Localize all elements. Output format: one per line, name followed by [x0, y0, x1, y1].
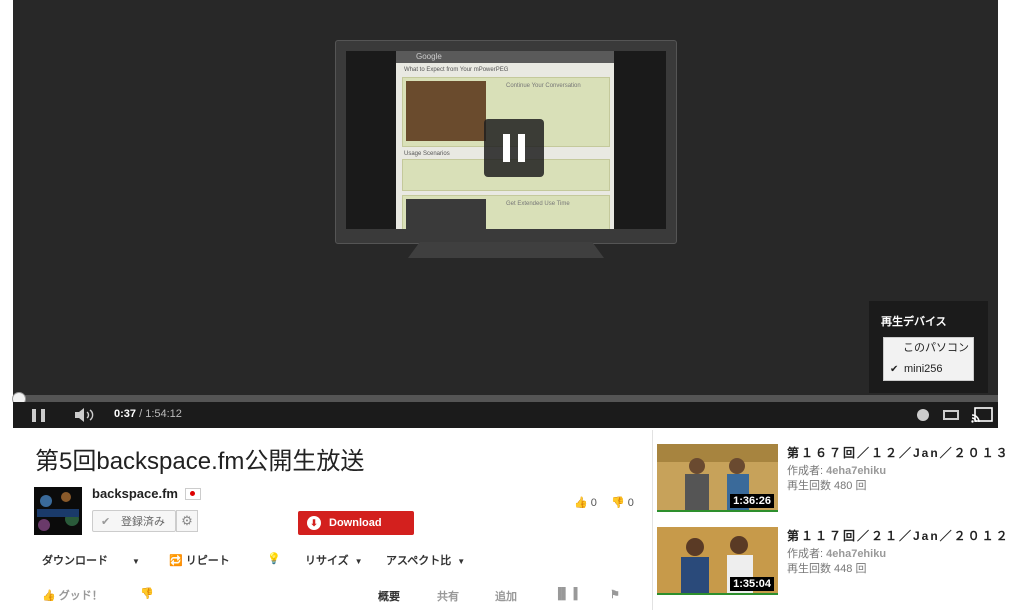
casted-heading: What to Expect from Your mPowerPEG: [404, 67, 509, 73]
action-row: ダウンロード ▼ 🔁 リピート 💡 リサイズ ▼ アスペクト比 ▼: [0, 552, 650, 572]
subscribed-button[interactable]: ✔ 登録済み: [92, 510, 176, 532]
casted-heading: Get Extended Use Time: [506, 201, 570, 207]
cast-screen: Google What to Expect from Your mPowerPE…: [346, 51, 666, 229]
volume-icon[interactable]: [74, 407, 96, 423]
tab-share[interactable]: 共有: [437, 588, 459, 604]
pause-icon[interactable]: [32, 409, 46, 422]
download-button[interactable]: ⬇ Download: [298, 511, 414, 535]
download-label: Download: [329, 517, 382, 529]
watched-bar: [657, 510, 778, 512]
related-video[interactable]: 1:35:04 第１１７回／２１／Jan／２０１２ 作成者: 4eha7ehik…: [657, 527, 1008, 595]
gear-icon[interactable]: ⚙: [176, 510, 198, 532]
aspect-label: アスペクト比: [386, 555, 452, 567]
repeat-icon: 🔁: [169, 555, 183, 567]
like-label: グッド！: [58, 590, 103, 602]
author-label: 作成者:: [787, 465, 824, 477]
checkmark-icon: ✔: [101, 516, 111, 528]
stats-icon[interactable]: ▐▌▐: [554, 588, 577, 600]
casted-photo: [406, 199, 486, 229]
related-views: 再生回数 480 回: [787, 480, 867, 492]
repeat-label: リピート: [185, 555, 230, 567]
video-player[interactable]: Google What to Expect from Your mPowerPE…: [11, 0, 998, 428]
progress-bar[interactable]: [11, 392, 998, 406]
subscribe-label: 登録済み: [121, 516, 165, 528]
related-title[interactable]: 第１６７回／１２／Jan／２０１３: [787, 444, 1009, 461]
playback-device-menu: 再生デバイス このパソコン ✔ mini256: [869, 301, 988, 393]
casted-browser-bar: Google: [396, 51, 614, 63]
settings-icon[interactable]: [917, 409, 929, 421]
device-option-pc[interactable]: このパソコン: [884, 338, 973, 359]
cast-icon[interactable]: [971, 407, 993, 423]
tabs-row: 👍 グッド！ 👎 概要 共有 追加 ▐▌▐ ⚑: [0, 585, 650, 605]
dislike-count: 👎 0: [611, 496, 634, 509]
time-display: 0:37 / 1:54:12: [114, 408, 182, 420]
caret-down-icon: ▼: [354, 557, 363, 566]
device-option-mini256[interactable]: ✔ mini256: [884, 359, 973, 380]
tab-add[interactable]: 追加: [495, 588, 517, 604]
device-option-label: mini256: [904, 363, 943, 375]
related-author: 作成者: 4eha7ehiku: [787, 545, 886, 561]
tv-stand: [408, 242, 604, 258]
author-label: 作成者:: [787, 548, 824, 560]
like-count-value: 0: [590, 497, 597, 509]
channel-logo: [34, 487, 82, 535]
checkmark-icon: ✔: [890, 364, 899, 375]
duration-badge: 1:35:04: [730, 577, 774, 591]
time-separator: /: [136, 408, 146, 420]
related-author: 作成者: 4eha7ehiku: [787, 462, 886, 478]
download-menu[interactable]: ダウンロード ▼: [42, 552, 140, 568]
resize-menu[interactable]: リサイズ ▼: [305, 552, 363, 568]
related-thumbnail[interactable]: 1:36:26: [657, 444, 778, 512]
japan-flag-icon: [185, 488, 201, 500]
casted-photo: [406, 81, 486, 141]
time-total: 1:54:12: [145, 408, 182, 420]
device-menu-title: 再生デバイス: [881, 316, 947, 328]
related-video[interactable]: 1:36:26 第１６７回／１２／Jan／２０１３ 作成者: 4eha7ehik…: [657, 444, 1008, 512]
thumbs-down-icon: 👎: [140, 588, 154, 600]
dislike-count-value: 0: [627, 497, 634, 509]
sidebar-divider: [652, 430, 653, 610]
download-arrow-icon: ⬇: [307, 516, 321, 530]
like-button[interactable]: 👍 グッド！: [42, 587, 103, 603]
lightbulb-icon: 💡: [267, 553, 281, 565]
channel-name[interactable]: backspace.fm: [92, 486, 178, 501]
author-name[interactable]: 4eha7ehiku: [826, 548, 886, 560]
related-views: 再生回数 448 回: [787, 563, 867, 575]
duration-badge: 1:36:26: [730, 494, 774, 508]
related-thumbnail[interactable]: 1:35:04: [657, 527, 778, 595]
author-name[interactable]: 4eha7ehiku: [826, 465, 886, 477]
caret-down-icon: ▼: [457, 557, 466, 566]
thumbs-up-icon: 👍: [42, 590, 56, 602]
casted-heading: Usage Scenarios: [404, 151, 450, 157]
video-title: 第5回backspace.fm公開生放送: [35, 448, 365, 475]
channel-avatar[interactable]: [34, 487, 82, 535]
dislike-button[interactable]: 👎: [140, 587, 154, 600]
tv-screen-graphic: Google What to Expect from Your mPowerPE…: [335, 40, 677, 244]
player-size-icon[interactable]: [943, 410, 959, 420]
pause-overlay-icon[interactable]: [484, 119, 544, 177]
related-title[interactable]: 第１１７回／２１／Jan／２０１２: [787, 527, 1009, 544]
download-menu-label: ダウンロード: [42, 555, 108, 567]
caret-down-icon: ▼: [132, 557, 140, 566]
like-count: 👍 0: [574, 496, 597, 509]
thumbs-down-icon: 👎: [611, 497, 625, 509]
device-list: このパソコン ✔ mini256: [883, 337, 974, 381]
tab-overview[interactable]: 概要: [378, 588, 400, 604]
thumbs-up-icon: 👍: [574, 497, 588, 509]
lightbulb-button[interactable]: 💡: [267, 552, 281, 565]
watched-bar: [657, 593, 778, 595]
time-current: 0:37: [114, 408, 137, 420]
aspect-menu[interactable]: アスペクト比 ▼: [386, 552, 465, 568]
repeat-button[interactable]: 🔁 リピート: [169, 552, 230, 568]
flag-icon[interactable]: ⚑: [610, 588, 620, 601]
player-controls: 0:37 / 1:54:12: [13, 402, 998, 428]
resize-label: リサイズ: [305, 555, 349, 567]
casted-heading: Continue Your Conversation: [506, 83, 581, 89]
